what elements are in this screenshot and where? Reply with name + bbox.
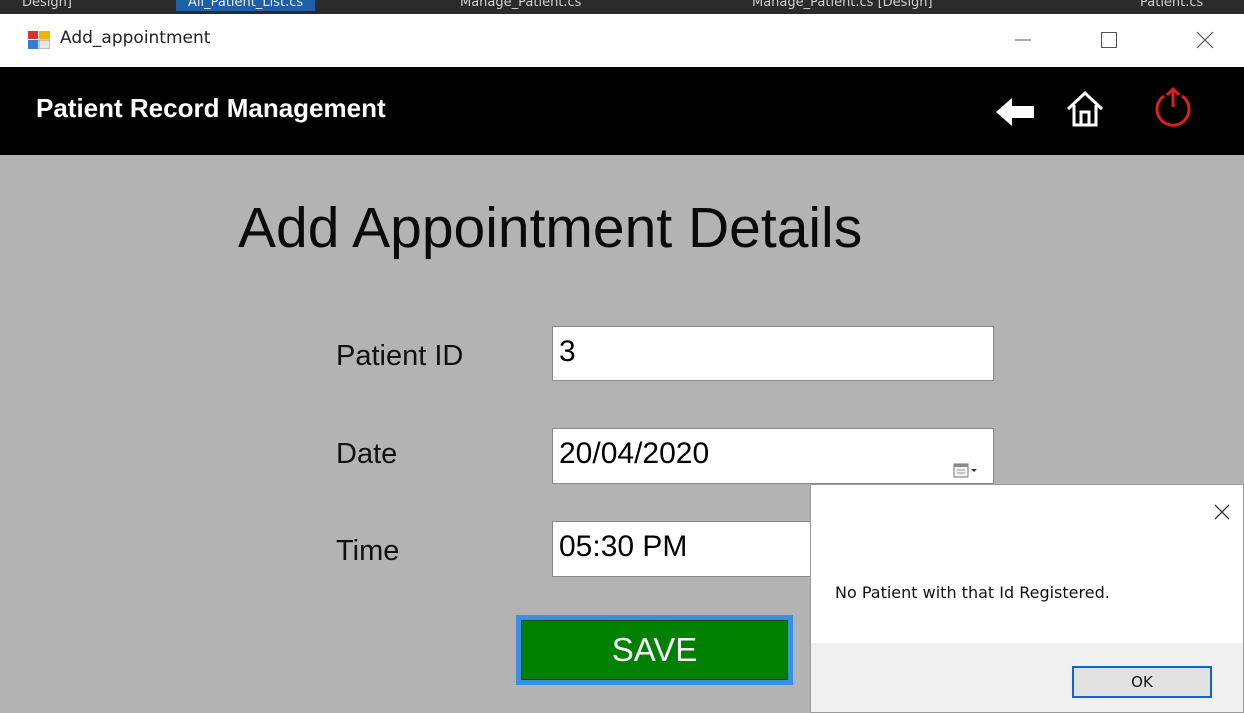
ide-tab-active[interactable]: All_Patient_List.cs bbox=[176, 0, 316, 11]
app-header: Patient Record Management bbox=[0, 67, 1244, 155]
calendar-dropdown-icon[interactable] bbox=[953, 446, 979, 478]
back-arrow-icon[interactable] bbox=[994, 95, 1036, 133]
home-icon[interactable] bbox=[1065, 89, 1105, 133]
ide-tab[interactable]: Manage_Patient.cs [Design] bbox=[752, 0, 933, 11]
app-name: Patient Record Management bbox=[36, 93, 386, 123]
time-label: Time bbox=[336, 535, 400, 567]
date-value: 20/04/2020 bbox=[559, 437, 710, 470]
winforms-app-icon bbox=[28, 31, 51, 50]
patient-id-label: Patient ID bbox=[336, 340, 464, 372]
ide-tab[interactable]: Manage_Patient.cs bbox=[460, 0, 581, 11]
message-footer: OK bbox=[811, 643, 1243, 712]
maximize-icon bbox=[1101, 32, 1117, 48]
ide-tab[interactable]: Patient.cs bbox=[1140, 0, 1203, 11]
ide-tab-strip: Design] All_Patient_List.cs Manage_Patie… bbox=[0, 0, 1244, 14]
save-button-focus-ring[interactable]: SAVE bbox=[516, 615, 793, 685]
message-text: No Patient with that Id Registered. bbox=[835, 583, 1110, 602]
power-icon[interactable] bbox=[1150, 85, 1196, 135]
page-title: Add Appointment Details bbox=[238, 196, 863, 260]
window-title: Add_appointment bbox=[60, 28, 211, 48]
save-button[interactable]: SAVE bbox=[521, 620, 788, 680]
message-box: No Patient with that Id Registered. OK bbox=[810, 484, 1244, 713]
close-window-button[interactable] bbox=[1180, 22, 1230, 58]
close-icon bbox=[1214, 504, 1230, 520]
date-picker[interactable]: 20/04/2020 bbox=[552, 428, 994, 484]
message-close-button[interactable] bbox=[1209, 499, 1235, 525]
minimize-icon bbox=[1015, 39, 1031, 41]
close-icon bbox=[1196, 31, 1214, 49]
date-label: Date bbox=[336, 438, 398, 470]
maximize-button[interactable] bbox=[1084, 22, 1134, 58]
ok-button[interactable]: OK bbox=[1072, 666, 1212, 698]
window-titlebar[interactable]: Add_appointment bbox=[0, 14, 1244, 67]
minimize-button[interactable] bbox=[998, 22, 1048, 58]
ide-tab[interactable]: Design] bbox=[22, 0, 72, 11]
patient-id-input[interactable]: 3 bbox=[552, 326, 994, 381]
